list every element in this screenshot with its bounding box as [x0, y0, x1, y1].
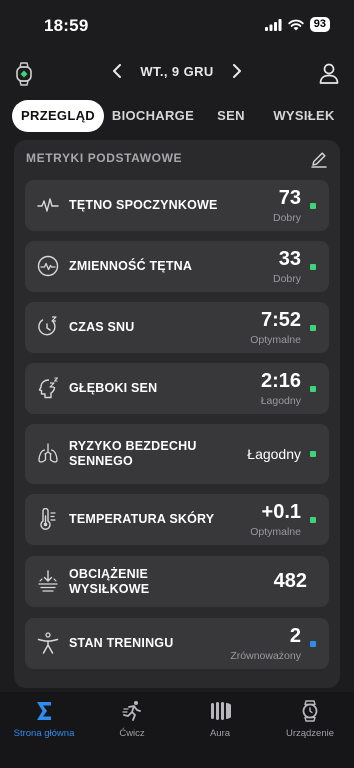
nav-label: Urządzenie	[285, 728, 335, 739]
lungs-icon	[38, 443, 58, 463]
nav-home[interactable]: Strona główna	[0, 700, 88, 739]
metric-label: GŁĘBOKI SEN	[69, 381, 158, 395]
metric-label: CZAS SNU	[69, 320, 135, 334]
metric-sleep-apnea-risk[interactable]: RYZYKO BEZDECHU SENNEGO Łagodny	[25, 424, 329, 484]
status-dot	[310, 203, 316, 209]
watch-icon	[302, 700, 318, 722]
status-icons: 93	[264, 17, 330, 32]
strain-icon	[38, 570, 58, 592]
metric-value: 482	[273, 570, 307, 592]
metric-status-text: Optymalne	[250, 526, 301, 538]
status-dot	[310, 451, 316, 457]
status-bar: 18:59 93	[0, 0, 354, 50]
chevron-left-icon	[113, 64, 122, 78]
metric-status-text: Zrównoważony	[230, 650, 301, 662]
metric-strain[interactable]: OBCIĄŻENIE WYSIŁKOWE 482	[25, 556, 329, 607]
tab-overview[interactable]: PRZEGLĄD	[12, 100, 104, 132]
metric-label: STAN TRENINGU	[69, 636, 174, 650]
section-title: METRYKI PODSTAWOWE	[26, 151, 183, 165]
metric-status-text: Dobry	[272, 273, 301, 285]
date-navigator: WT., 9 GRU	[0, 62, 354, 80]
metric-value: 2:16	[260, 370, 301, 392]
sleep-time-icon	[38, 316, 57, 336]
metric-status-text: Optymalne	[250, 334, 301, 346]
edit-pencil-icon[interactable]	[310, 150, 328, 168]
signal-icon	[264, 18, 282, 31]
date-label[interactable]: WT., 9 GRU	[140, 64, 213, 79]
metric-resting-heart-rate[interactable]: TĘTNO SPOCZYNKOWE 73 Dobry	[25, 180, 329, 231]
nav-label: Strona główna	[13, 728, 75, 739]
training-state-icon	[37, 632, 59, 654]
status-dot	[310, 325, 316, 331]
sigma-home-icon	[37, 702, 51, 720]
metric-status-text: Dobry	[272, 212, 301, 224]
tab-bar: PRZEGLĄD BIOCHARGE SEN WYSIŁEK	[0, 100, 354, 132]
tab-biocharge[interactable]: BIOCHARGE	[108, 100, 198, 132]
metric-value: Łagodny	[247, 446, 301, 462]
nav-label: Ćwicz	[119, 728, 145, 739]
nav-workout[interactable]: Ćwicz	[88, 700, 176, 739]
top-nav: WT., 9 GRU	[0, 58, 354, 90]
metric-label: TEMPERATURA SKÓRY	[69, 512, 215, 526]
deep-sleep-icon	[38, 377, 58, 399]
status-dot	[310, 264, 316, 270]
heart-rate-icon	[37, 198, 59, 212]
metric-label: ZMIENNOŚĆ TĘTNA	[69, 259, 193, 273]
bottom-nav: Strona główna Ćwicz Aura Urządzenie	[0, 692, 354, 768]
battery-indicator: 93	[309, 17, 330, 32]
nav-label: Aura	[209, 728, 231, 739]
next-day-button[interactable]	[228, 62, 246, 80]
previous-day-button[interactable]	[108, 62, 126, 80]
running-icon	[122, 701, 141, 721]
nav-aura[interactable]: Aura	[176, 700, 264, 739]
metric-label: OBCIĄŻENIE WYSIŁKOWE	[69, 566, 150, 596]
chevron-right-icon	[232, 64, 241, 78]
thermometer-icon	[40, 508, 56, 530]
profile-icon[interactable]	[318, 62, 340, 84]
nav-device[interactable]: Urządzenie	[266, 700, 354, 739]
aura-icon	[211, 702, 231, 720]
metric-value: 73	[278, 187, 301, 209]
wifi-icon	[288, 19, 304, 30]
metric-deep-sleep[interactable]: GŁĘBOKI SEN 2:16 Łagodny	[25, 363, 329, 414]
status-dot	[310, 641, 316, 647]
hrv-icon	[37, 255, 59, 277]
metric-training-state[interactable]: STAN TRENINGU 2 Zrównoważony	[25, 618, 329, 669]
metric-value: 2	[289, 625, 301, 647]
key-metrics-card: METRYKI PODSTAWOWE TĘTNO SPOCZYNKOWE 73 …	[14, 140, 340, 688]
status-dot	[310, 386, 316, 392]
metric-hrv[interactable]: ZMIENNOŚĆ TĘTNA 33 Dobry	[25, 241, 329, 292]
metric-value: 7:52	[260, 309, 301, 331]
status-dot	[310, 517, 316, 523]
tab-strain[interactable]: WYSIŁEK	[266, 100, 342, 132]
status-time: 18:59	[44, 16, 89, 35]
metric-skin-temperature[interactable]: TEMPERATURA SKÓRY +0.1 Optymalne	[25, 494, 329, 545]
metric-label: TĘTNO SPOCZYNKOWE	[69, 198, 218, 212]
metric-status-text: Łagodny	[260, 395, 301, 407]
metric-sleep-time[interactable]: CZAS SNU 7:52 Optymalne	[25, 302, 329, 353]
metric-value: 33	[278, 248, 301, 270]
metric-label: RYZYKO BEZDECHU SENNEGO	[69, 439, 197, 468]
metric-value: +0.1	[261, 501, 301, 523]
tab-sleep[interactable]: SEN	[204, 100, 258, 132]
